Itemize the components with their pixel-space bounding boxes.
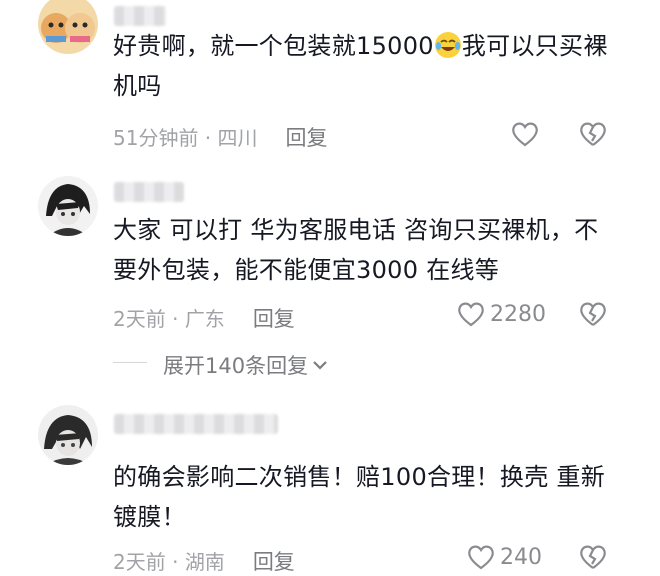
broken-heart-icon [580,302,606,326]
expand-replies-label: 展开140条回复 [163,354,309,378]
replies-divider [113,362,147,363]
chevron-down-icon [313,361,327,370]
reply-button[interactable]: 回复 [253,550,295,574]
like-count: 240 [500,544,542,570]
reply-button[interactable]: 回复 [253,307,295,331]
crying-laughing-emoji-icon [434,32,461,58]
comment-text: 的确会影响二次销售！赔100合理！换壳 重新镀膜！ [113,463,606,531]
expand-replies-button[interactable]: 展开140条回复 [163,350,328,380]
comment-text: 大家 可以打 华为客服电话 咨询只买裸机，不要外包装，能不能便宜3000 在线等 [113,216,599,284]
cats-avatar-image [38,0,98,54]
anime-avatar-2-image [38,405,98,465]
heart-icon [468,545,494,570]
dislike-button[interactable] [578,543,608,571]
heart-icon [458,302,484,327]
like-button[interactable]: 240 [466,543,542,571]
separator-dot: · [165,550,185,574]
comment-meta: 51分钟前 · 四川 回复 [113,122,328,152]
like-button[interactable]: 2280 [456,300,546,328]
broken-heart-icon [580,122,606,146]
broken-heart-icon [580,545,606,569]
comment-location: 湖南 [184,550,225,574]
comment-meta: 2天前 · 湖南 回复 [113,546,295,576]
comment-time: 2天前 [113,550,166,574]
comment-location: 广东 [184,307,225,331]
separator-dot: · [165,307,185,331]
comment-text: 好贵啊，就一个包装就15000 我可以只买裸机吗 [113,26,613,106]
username-blurred[interactable] [114,6,166,26]
comment-location: 四川 [217,126,258,150]
comment-meta: 2天前 · 广东 回复 [113,303,295,333]
reply-button[interactable]: 回复 [286,126,328,150]
anime-avatar-image [38,176,98,236]
like-button[interactable] [510,120,544,148]
heart-icon [512,122,538,147]
avatar[interactable] [38,176,98,236]
username-blurred[interactable] [114,414,278,434]
comment-time: 2天前 [113,307,166,331]
dislike-button[interactable] [578,120,608,148]
separator-dot: · [198,126,218,150]
dislike-button[interactable] [578,300,608,328]
avatar[interactable] [38,0,98,54]
comment-text-part: 好贵啊，就一个包装就15000 [113,32,434,60]
like-count: 2280 [490,301,546,327]
comment-item: 好贵啊，就一个包装就15000 我可以只买裸机吗 51分钟前 · 四川 回复 [0,0,660,160]
avatar[interactable] [38,405,98,465]
comment-time: 51分钟前 [113,126,199,150]
username-blurred[interactable] [114,182,184,202]
